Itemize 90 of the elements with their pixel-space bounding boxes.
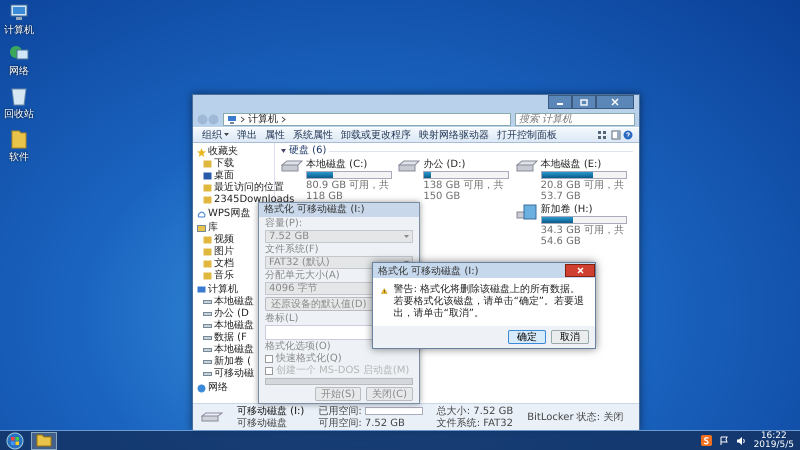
hard-drive-icon[interactable]	[398, 159, 420, 173]
drive-name[interactable]: 本地磁盘 (E:)	[540, 159, 631, 170]
drive-name[interactable]: 本地磁盘 (C:)	[306, 159, 396, 170]
input-method-icon[interactable]	[700, 435, 712, 446]
sidebar-item[interactable]: 最近访问的位置	[197, 182, 284, 194]
speaker-icon[interactable]	[736, 436, 747, 446]
dialog-title: 格式化 可移动磁盘 (I:)	[259, 203, 419, 217]
chevron-icon	[281, 116, 286, 122]
field-label: 容量(P):	[265, 218, 302, 229]
sidebar-item[interactable]: 下载	[197, 158, 234, 170]
usb-drive-icon	[201, 411, 223, 423]
drive-name[interactable]: 办公 (D:)	[423, 159, 514, 170]
drive-with-window-icon[interactable]	[516, 204, 538, 222]
field-label: 格式化选项(O)	[265, 341, 331, 352]
dialog-button[interactable]: 取消	[551, 330, 589, 344]
help-icon[interactable]	[623, 130, 633, 140]
sidebar-item[interactable]: 本地磁盘	[197, 296, 254, 308]
maximize-icon	[580, 98, 588, 106]
cloud-icon	[197, 210, 206, 218]
hard-drive-icon[interactable]	[281, 159, 303, 173]
close-button[interactable]	[596, 95, 634, 109]
close-button[interactable]	[565, 264, 595, 277]
toolbar-button[interactable]: 属性	[262, 130, 288, 140]
address-bar[interactable]: 计算机	[223, 112, 511, 126]
sidebar-item[interactable]: 桌面	[197, 170, 234, 182]
maximize-button[interactable]	[572, 95, 596, 109]
caret-icon	[404, 234, 409, 238]
minimize-button[interactable]	[548, 95, 572, 109]
sidebar-item[interactable]: 收藏夹	[197, 146, 238, 158]
sidebar-item[interactable]: 计算机	[197, 284, 238, 296]
collapse-icon[interactable]	[281, 148, 286, 154]
toolbar-button[interactable]: 弹出	[234, 130, 260, 140]
hard-drive-icon[interactable]	[516, 159, 538, 173]
sidebar-item[interactable]: 新加卷 (	[197, 356, 252, 368]
desktop-icon-label[interactable]: 网络	[9, 64, 29, 78]
sidebar-item[interactable]: 库	[197, 222, 218, 234]
drive-free-space: 34.3 GB 可用，共 54.6 GB	[540, 225, 625, 247]
drive-free-space: 138 GB 可用，共 150 GB	[423, 180, 504, 202]
field-label: 卷标(L)	[265, 313, 298, 324]
trash-bin-icon[interactable]	[10, 86, 28, 106]
taskbar-explorer-button[interactable]	[31, 432, 57, 450]
close-icon	[576, 267, 584, 274]
sidebar-item[interactable]: 视频	[197, 234, 234, 246]
search-field[interactable]: 搜索 计算机	[515, 112, 635, 126]
sidebar-item[interactable]: 网络	[197, 382, 228, 394]
used-space-label: 已用空间:	[318, 406, 362, 416]
close-icon	[611, 98, 619, 106]
computer-icon	[197, 286, 206, 294]
toolbar-button[interactable]: 组织	[199, 130, 232, 140]
sidebar-item[interactable]: 文档	[197, 258, 234, 270]
file-system-text: 文件系统: FAT32	[436, 418, 514, 428]
desktop-icon-label[interactable]: 回收站	[4, 107, 34, 121]
computer-icon[interactable]	[9, 4, 29, 22]
start-orb-icon[interactable]	[6, 432, 24, 450]
network-icon	[197, 384, 206, 392]
flag-icon[interactable]	[718, 436, 729, 446]
sidebar-item[interactable]: WPS网盘	[197, 208, 250, 220]
sidebar-item[interactable]: 本地磁盘	[197, 344, 254, 356]
toolbar-button[interactable]: 卸载或更改程序	[338, 130, 414, 140]
caret-icon	[224, 133, 229, 137]
drive-free-space: 80.9 GB 可用，共 118 GB	[306, 180, 390, 202]
drive-name[interactable]: 新加卷 (H:)	[540, 204, 631, 215]
sidebar-item[interactable]: 数据 (F	[197, 332, 247, 344]
toolbar-button[interactable]: 打开控制面板	[494, 130, 560, 140]
library-icon	[197, 224, 206, 232]
toolbar-button[interactable]: 映射网络驱动器	[416, 130, 492, 140]
sidebar-item[interactable]: 音乐	[197, 270, 234, 282]
chevron-icon	[240, 116, 245, 122]
computer-icon	[227, 114, 237, 124]
sidebar-item[interactable]: 本地磁盘	[197, 320, 254, 332]
field-label: 文件系统(F)	[265, 244, 319, 255]
total-size-text: 总大小: 7.52 GB	[436, 406, 514, 416]
desktop-icon-label[interactable]: 计算机	[4, 23, 34, 37]
star-icon	[197, 148, 206, 156]
sidebar-item[interactable]: 可移动磁	[197, 368, 254, 380]
dialog-button[interactable]: 确定	[508, 330, 546, 344]
sidebar-item[interactable]: 办公 (D	[197, 308, 249, 320]
free-space-text: 可用空间: 7.52 GB	[318, 418, 406, 428]
preview-pane-icon[interactable]	[611, 130, 621, 140]
section-heading[interactable]: 硬盘 (6)	[289, 145, 326, 157]
view-options-icon[interactable]	[597, 130, 609, 140]
drive-type: 可移动磁盘	[237, 418, 288, 428]
bitlocker-status-text: BitLocker 状态: 关闭	[527, 412, 624, 422]
toolbar-button[interactable]: 系统属性	[290, 130, 336, 140]
field-label: 分配单元大小(A)	[265, 270, 340, 281]
desktop-icon-label[interactable]: 软件	[9, 150, 29, 164]
drive-free-space: 20.8 GB 可用，共 53.7 GB	[540, 180, 625, 202]
taskbar-clock[interactable]: 16:22 2019/5/5	[754, 432, 794, 450]
drive-name: 可移动磁盘 (I:)	[237, 406, 304, 416]
sidebar-item[interactable]: 图片	[197, 246, 234, 258]
